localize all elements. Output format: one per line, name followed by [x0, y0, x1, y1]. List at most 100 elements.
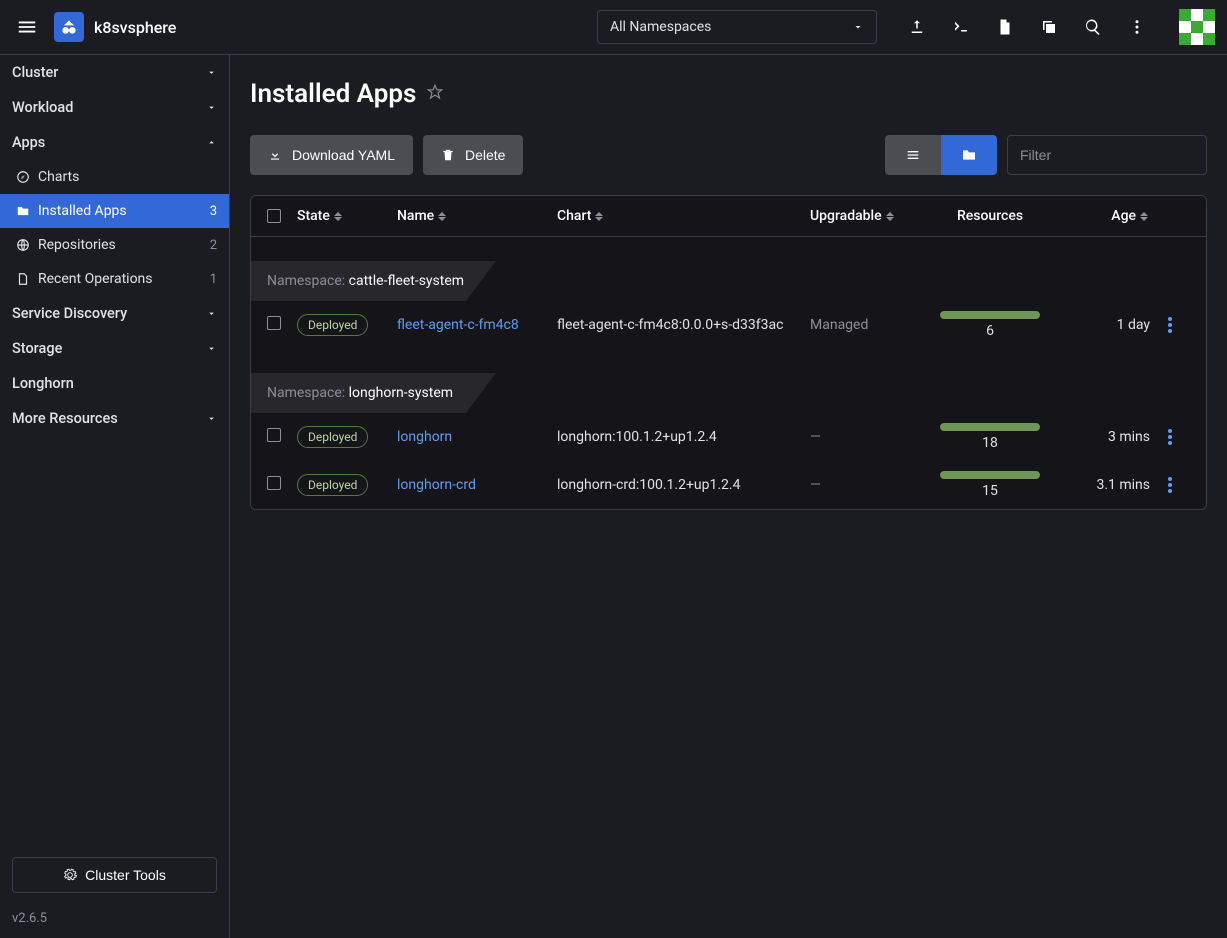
main-content: Installed Apps Download YAML Delete [230, 55, 1227, 938]
sidebar-item-count: 2 [210, 238, 217, 253]
row-actions-menu[interactable] [1150, 477, 1190, 493]
column-age[interactable]: Age [1050, 208, 1150, 224]
resources-bar [940, 423, 1040, 431]
row-actions-menu[interactable] [1150, 317, 1190, 333]
chevron-up-icon [206, 137, 217, 148]
chevron-down-icon [852, 21, 864, 33]
compass-icon [16, 170, 30, 184]
doc-icon [16, 272, 30, 286]
view-flat-button[interactable] [885, 135, 941, 175]
sidebar-item-label: Repositories [38, 237, 116, 253]
select-all-checkbox[interactable] [267, 209, 281, 223]
chart-value: fleet-agent-c-fm4c8:0.0.0+s-d33f3ac [557, 317, 810, 333]
sidebar-item-storage[interactable]: Storage [0, 331, 229, 366]
sidebar: Cluster Workload Apps Charts I [0, 55, 230, 938]
page-title: Installed Apps [250, 79, 416, 109]
column-chart[interactable]: Chart [557, 208, 810, 224]
app-name-link[interactable]: longhorn [397, 429, 452, 445]
namespace-group-header: Namespace: cattle-fleet-system [251, 261, 1206, 301]
table-header-row: State Name Chart Upgradable Resources [251, 196, 1206, 237]
sidebar-item-apps[interactable]: Apps [0, 125, 229, 160]
column-state[interactable]: State [297, 208, 397, 224]
copy-icon[interactable] [1039, 17, 1059, 37]
upgradable-value: Managed [810, 317, 930, 333]
sidebar-item-installed-apps[interactable]: Installed Apps 3 [0, 194, 229, 228]
brand[interactable]: k8svsphere [54, 12, 176, 42]
row-actions-menu[interactable] [1150, 429, 1190, 445]
sidebar-item-more-resources[interactable]: More Resources [0, 401, 229, 436]
user-avatar[interactable] [1179, 9, 1215, 45]
import-icon[interactable] [907, 17, 927, 37]
sidebar-item-label: Installed Apps [38, 203, 127, 219]
cluster-tools-button[interactable]: Cluster Tools [12, 857, 217, 893]
sort-icon [334, 211, 344, 221]
sort-icon [438, 211, 448, 221]
table-row: Deployed longhorn longhorn:100.1.2+up1.2… [251, 413, 1206, 461]
menu-toggle-button[interactable] [12, 12, 42, 42]
age-value: 3.1 mins [1050, 477, 1150, 493]
filter-input[interactable] [1007, 135, 1207, 175]
sidebar-item-charts[interactable]: Charts [0, 160, 229, 194]
resources-cell: 18 [930, 423, 1050, 451]
chevron-down-icon [206, 67, 217, 78]
sidebar-item-count: 3 [210, 204, 217, 219]
view-grouped-button[interactable] [941, 135, 997, 175]
brand-name: k8svsphere [94, 18, 176, 37]
apps-table: State Name Chart Upgradable Resources [250, 195, 1207, 510]
namespace-group-header: Namespace: longhorn-system [251, 373, 1206, 413]
download-yaml-button[interactable]: Download YAML [250, 135, 413, 175]
delete-button[interactable]: Delete [423, 135, 523, 175]
app-name-link[interactable]: fleet-agent-c-fm4c8 [397, 317, 519, 333]
upgradable-value: — [810, 429, 930, 445]
search-icon[interactable] [1083, 17, 1103, 37]
download-yaml-label: Download YAML [292, 147, 395, 163]
kebab-icon[interactable] [1127, 17, 1147, 37]
chevron-down-icon [206, 308, 217, 319]
state-badge: Deployed [297, 314, 368, 336]
table-row: Deployed longhorn-crd longhorn-crd:100.1… [251, 461, 1206, 509]
sidebar-item-recent-operations[interactable]: Recent Operations 1 [0, 262, 229, 296]
upgradable-value: — [810, 477, 930, 493]
sidebar-item-cluster[interactable]: Cluster [0, 55, 229, 90]
gear-icon [63, 868, 77, 882]
shell-icon[interactable] [951, 17, 971, 37]
brand-logo-icon [54, 12, 84, 42]
list-icon [905, 147, 921, 163]
sidebar-item-longhorn[interactable]: Longhorn [0, 366, 229, 401]
app-name-link[interactable]: longhorn-crd [397, 477, 476, 493]
sidebar-item-workload[interactable]: Workload [0, 90, 229, 125]
sidebar-item-repositories[interactable]: Repositories 2 [0, 228, 229, 262]
file-icon[interactable] [995, 17, 1015, 37]
chart-value: longhorn:100.1.2+up1.2.4 [557, 429, 810, 445]
sort-icon [595, 211, 605, 221]
row-checkbox[interactable] [267, 428, 281, 442]
resources-count: 18 [982, 435, 998, 451]
resources-cell: 6 [930, 311, 1050, 339]
chevron-down-icon [206, 102, 217, 113]
app-version: v2.6.5 [0, 905, 229, 938]
header-actions [907, 9, 1215, 45]
sort-icon [886, 211, 896, 221]
delete-label: Delete [465, 147, 505, 163]
row-checkbox[interactable] [267, 316, 281, 330]
view-toggle [885, 135, 997, 175]
folder-icon [16, 204, 30, 218]
resources-cell: 15 [930, 471, 1050, 499]
column-upgradable[interactable]: Upgradable [810, 208, 930, 224]
favorite-star-icon[interactable] [426, 83, 444, 105]
sidebar-item-label: Charts [38, 169, 79, 185]
sidebar-item-service-discovery[interactable]: Service Discovery [0, 296, 229, 331]
resources-bar [940, 471, 1040, 479]
sort-icon [1140, 211, 1150, 221]
namespace-name: longhorn-system [349, 385, 453, 401]
cluster-tools-label: Cluster Tools [85, 867, 166, 883]
resources-bar [940, 311, 1040, 319]
namespace-selector-value: All Namespaces [610, 19, 711, 35]
chart-value: longhorn-crd:100.1.2+up1.2.4 [557, 477, 810, 493]
column-name[interactable]: Name [397, 208, 557, 224]
namespace-selector[interactable]: All Namespaces [597, 10, 877, 44]
namespace-name: cattle-fleet-system [349, 273, 464, 289]
row-checkbox[interactable] [267, 476, 281, 490]
trash-icon [441, 148, 455, 162]
sidebar-nav: Cluster Workload Apps Charts I [0, 55, 229, 845]
